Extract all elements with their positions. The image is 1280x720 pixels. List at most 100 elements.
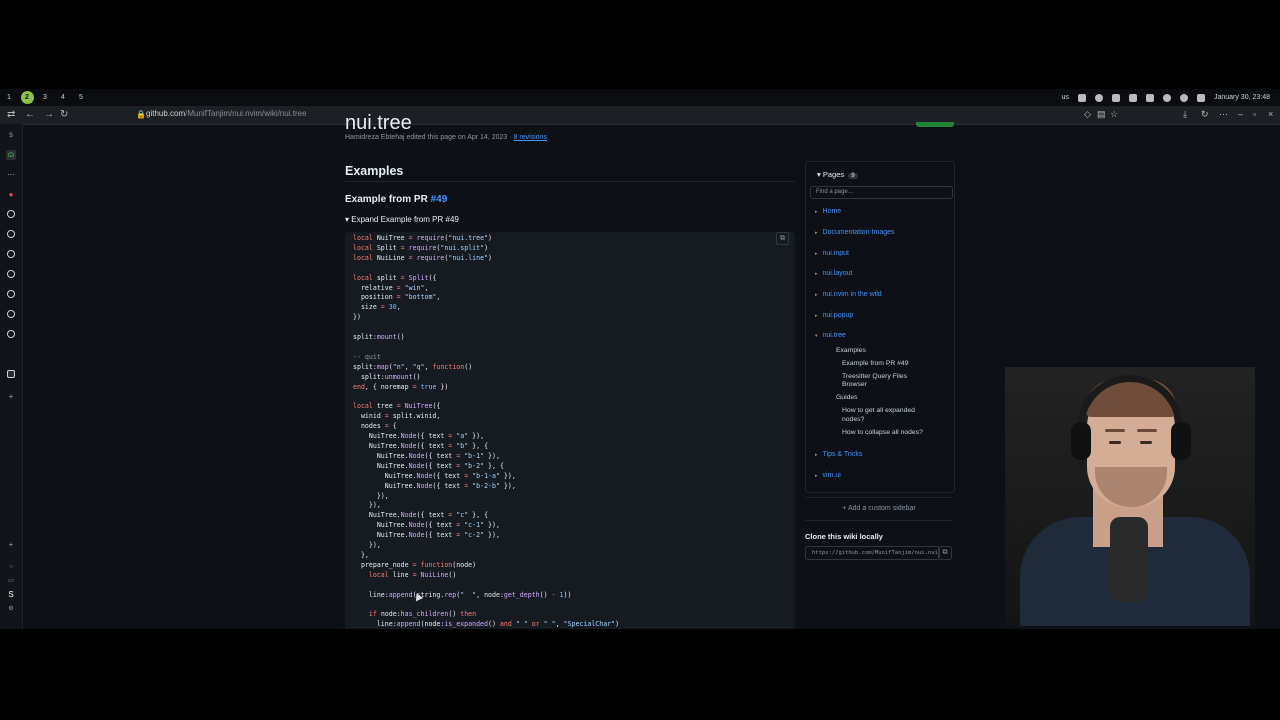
address-bar[interactable]: github.com/MunifTanjim/nui.nvim/wiki/nui… (146, 109, 307, 118)
microphone (1110, 517, 1148, 602)
page-link-nui-input[interactable]: ▸ nui.input (815, 250, 849, 257)
clone-url-field[interactable]: https://github.com/MunifTanjim/nui.nvim.… (805, 546, 940, 560)
sidebar-util-icon[interactable]: ▭ (6, 576, 16, 586)
github-tab-icon[interactable] (7, 330, 15, 338)
page-link-home[interactable]: ▸ Home (815, 208, 841, 215)
menu-icon[interactable]: ⋯ (1219, 109, 1228, 120)
toc-guide-expanded-line1[interactable]: How to get all expanded (842, 407, 915, 414)
minimize-icon[interactable]: – (1238, 109, 1243, 119)
close-window-icon[interactable]: × (1268, 109, 1273, 119)
bluetooth-icon[interactable] (1179, 93, 1188, 102)
page-link-label: nui.tree (822, 332, 846, 339)
sidebar-app-icon[interactable]: ⋯ (6, 170, 16, 180)
github-tab-icon[interactable] (7, 290, 15, 298)
github-tab-icon-active[interactable] (7, 370, 15, 378)
toc-guide-collapse[interactable]: How to collapse all nodes? (842, 429, 923, 436)
cpu-icon[interactable] (1094, 93, 1103, 102)
github-tab-icon[interactable] (7, 210, 15, 218)
github-tab-icon[interactable] (7, 310, 15, 318)
browser-sidebar: s ɷ ⋯ ● + + ○ ▭ S ⚙ (0, 124, 23, 629)
pr-link[interactable]: #49 (431, 194, 448, 205)
page-link-nui-nvim-in-the-wild[interactable]: ▸ nui.nvim in the wild (815, 291, 882, 298)
new-page-button[interactable] (916, 122, 954, 127)
workspace-4[interactable]: 4 (54, 89, 72, 106)
clone-heading: Clone this wiki locally (805, 532, 883, 541)
revisions-link[interactable]: 8 revisions (514, 134, 547, 141)
wifi-icon[interactable] (1162, 93, 1171, 102)
page-link-nui-layout[interactable]: ▸ nui.layout (815, 270, 852, 277)
download-icon[interactable]: ⤓ (1183, 109, 1187, 120)
reader-icon[interactable]: ▤ (1097, 109, 1106, 120)
volume-icon[interactable] (1128, 93, 1137, 102)
battery-icon[interactable] (1196, 93, 1205, 102)
page-link-documentation-images[interactable]: ▸ Documentation Images (815, 229, 895, 236)
bookmark-star-icon[interactable]: ☆ (1110, 109, 1118, 120)
chevron-right-icon: ▸ (815, 313, 818, 319)
copy-clone-url-icon[interactable]: ⧉ (938, 546, 952, 560)
url-host: github.com (146, 109, 186, 118)
github-tab-icon[interactable] (7, 270, 15, 278)
sidebar-util-icon[interactable]: S (6, 590, 16, 600)
divider (345, 181, 795, 182)
workspace-5[interactable]: 5 (72, 89, 90, 106)
page-link-label: nui.popup (822, 312, 854, 319)
shield-icon[interactable]: ◇ (1084, 109, 1091, 120)
toc-guides[interactable]: Guides (836, 394, 858, 401)
page-link-tips-tricks[interactable]: ▸ Tips & Tricks (815, 451, 862, 458)
keyboard-layout[interactable]: us (1062, 94, 1069, 101)
headphone-earcup (1171, 422, 1191, 460)
find-page-input[interactable]: Find a page… (810, 186, 953, 199)
signal-icon[interactable] (1077, 93, 1086, 102)
chevron-right-icon: ▸ (815, 473, 818, 479)
forward-icon[interactable]: → (44, 109, 54, 120)
webcam-overlay (1005, 367, 1255, 626)
page-link-nui-tree[interactable]: ▾ nui.tree (815, 332, 846, 339)
toc-examples[interactable]: Examples (836, 347, 866, 354)
page-link-vim-ui[interactable]: ▸ vim.ui (815, 472, 841, 479)
reload-icon[interactable]: ↻ (60, 109, 68, 120)
sidebar-toggle-icon[interactable]: ⇄ (7, 109, 15, 120)
display-icon[interactable] (1111, 93, 1120, 102)
chevron-down-icon: ▾ (817, 170, 821, 179)
sidebar-app-icon[interactable]: s (6, 130, 16, 140)
lock-icon: 🔒 (136, 110, 146, 119)
toc-example-pr-49[interactable]: Example from PR #49 (842, 360, 909, 367)
page-link-label: nui.input (822, 250, 849, 257)
github-tab-icon[interactable] (7, 250, 15, 258)
chevron-right-icon: ▸ (815, 230, 818, 236)
workspace-3[interactable]: 3 (36, 89, 54, 106)
add-tab-icon[interactable]: + (6, 392, 16, 402)
sidebar-util-icon[interactable]: ○ (6, 562, 16, 572)
sidebar-app-icon[interactable]: ● (6, 190, 16, 200)
page-link-label: Tips & Tricks (822, 451, 863, 458)
pages-label: Pages (822, 170, 845, 179)
system-topbar: 1 2 3 4 5 us January 30, 23:48 (0, 89, 1280, 106)
chevron-right-icon: ▸ (815, 452, 818, 458)
network-icon[interactable] (1145, 93, 1154, 102)
sync-icon[interactable]: ↻ (1201, 109, 1209, 120)
page-title: nui.tree (345, 112, 412, 134)
chevron-right-icon: ▸ (815, 292, 818, 298)
back-icon[interactable]: ← (25, 109, 35, 120)
page-link-label: Home (822, 208, 842, 215)
chevron-down-icon: ▾ (815, 333, 818, 339)
page-link-label: vim.ui (822, 472, 841, 479)
workspace-1[interactable]: 1 (0, 89, 18, 106)
toc-guide-expanded-line2[interactable]: nodes? (842, 416, 864, 423)
copy-code-icon[interactable]: ⧉ (776, 232, 789, 245)
settings-icon[interactable]: ⚙ (6, 604, 16, 614)
toc-treesitter-line2[interactable]: Browser (842, 381, 867, 388)
toc-treesitter-line1[interactable]: Treesitter Query Files (842, 373, 907, 380)
maximize-icon[interactable]: ▫ (1253, 109, 1256, 119)
chevron-right-icon: ▸ (815, 251, 818, 257)
github-tab-icon[interactable] (7, 230, 15, 238)
details-summary[interactable]: ▾ Expand Example from PR #49 (345, 215, 459, 224)
page-link-nui-popup[interactable]: ▸ nui.popup (815, 312, 853, 319)
add-custom-sidebar-button[interactable]: + Add a custom sidebar (805, 497, 953, 521)
add-panel-icon[interactable]: + (6, 540, 16, 550)
pages-header[interactable]: ▾ Pages 9 (817, 170, 858, 179)
chevron-right-icon: ▸ (815, 271, 818, 277)
sidebar-app-icon[interactable]: ɷ (6, 150, 16, 160)
clock[interactable]: January 30, 23:48 (1214, 94, 1270, 101)
workspace-2[interactable]: 2 (18, 89, 36, 106)
